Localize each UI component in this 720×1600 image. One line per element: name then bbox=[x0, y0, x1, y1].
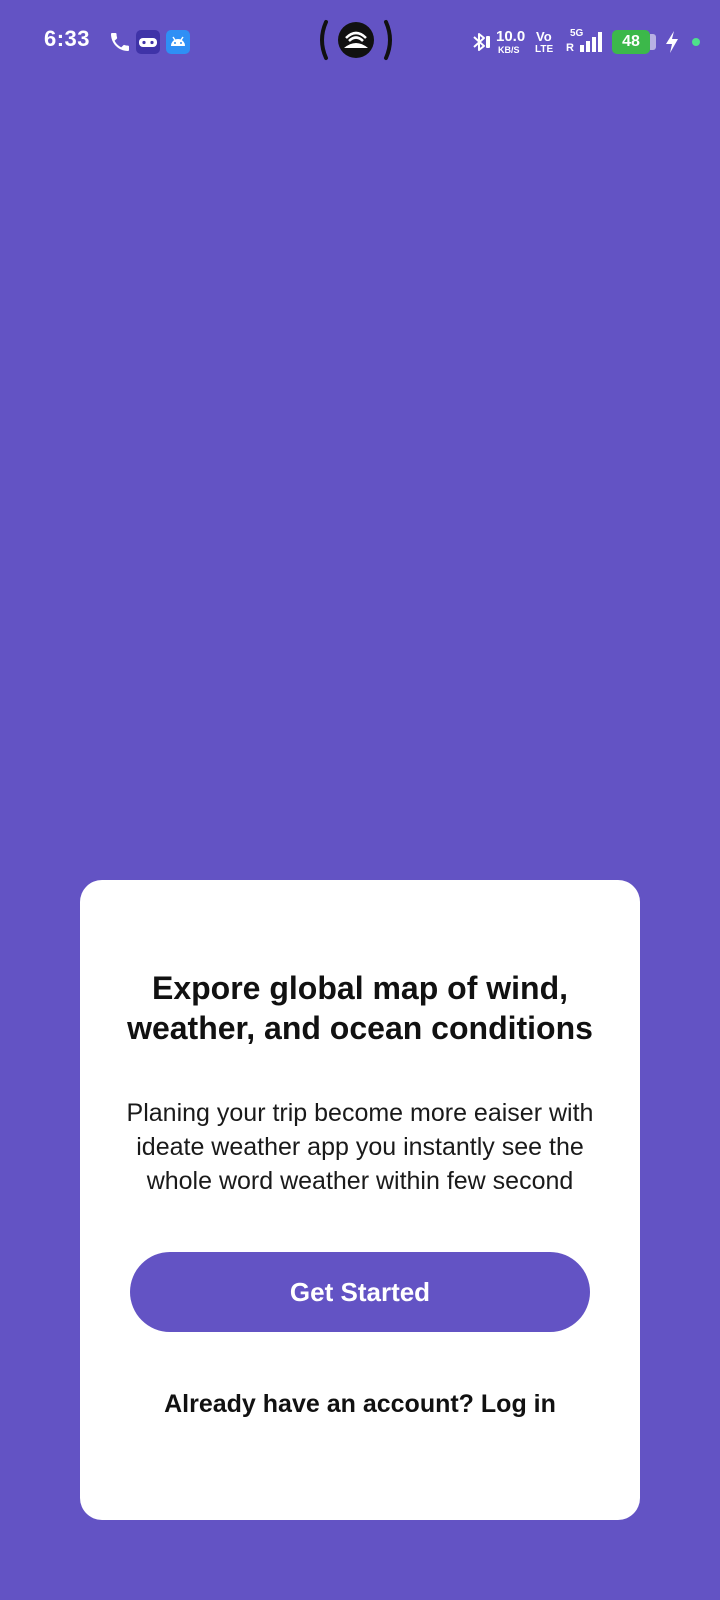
hotspot-icon bbox=[320, 20, 392, 60]
onboarding-description: Planing your trip become more eaiser wit… bbox=[90, 1096, 630, 1198]
charging-icon bbox=[666, 31, 678, 53]
network-speed-value: 10.0 bbox=[496, 28, 526, 45]
phone-icon bbox=[111, 33, 129, 51]
android-icon bbox=[166, 30, 190, 54]
signal-icon bbox=[580, 32, 602, 52]
battery-indicator: 48 bbox=[612, 30, 650, 54]
privacy-dot bbox=[692, 38, 700, 46]
status-time: 6:33 bbox=[44, 26, 91, 51]
roaming-indicator: R bbox=[566, 42, 574, 54]
volte-bottom: LTE bbox=[535, 44, 554, 55]
description-line-3: whole word weather within few second bbox=[146, 1167, 574, 1195]
onboarding-card: Expore global map of wind, weather, and … bbox=[80, 880, 640, 1520]
title-line-2: weather, and ocean conditions bbox=[127, 1010, 593, 1046]
game-controller-icon bbox=[136, 30, 160, 54]
description-line-2: ideate weather app you instantly see the bbox=[136, 1133, 584, 1161]
login-link[interactable]: Already have an account? Log in bbox=[100, 1390, 620, 1419]
description-line-1: Planing your trip become more eaiser wit… bbox=[126, 1099, 594, 1127]
bluetooth-icon bbox=[473, 33, 490, 51]
network-speed-unit: KB/S bbox=[498, 45, 520, 55]
get-started-button[interactable]: Get Started bbox=[130, 1252, 590, 1332]
onboarding-title: Expore global map of wind, weather, and … bbox=[100, 968, 620, 1048]
title-line-1: Expore global map of wind, bbox=[151, 970, 569, 1006]
onboarding-screen: 6:33 10.0 KB/S Vo LTE 5G R 48 Expore glo… bbox=[0, 0, 720, 1600]
volte-top: Vo bbox=[536, 29, 552, 44]
battery-cap bbox=[650, 34, 656, 50]
status-bar: 6:33 10.0 KB/S Vo LTE 5G R 48 bbox=[0, 0, 720, 84]
